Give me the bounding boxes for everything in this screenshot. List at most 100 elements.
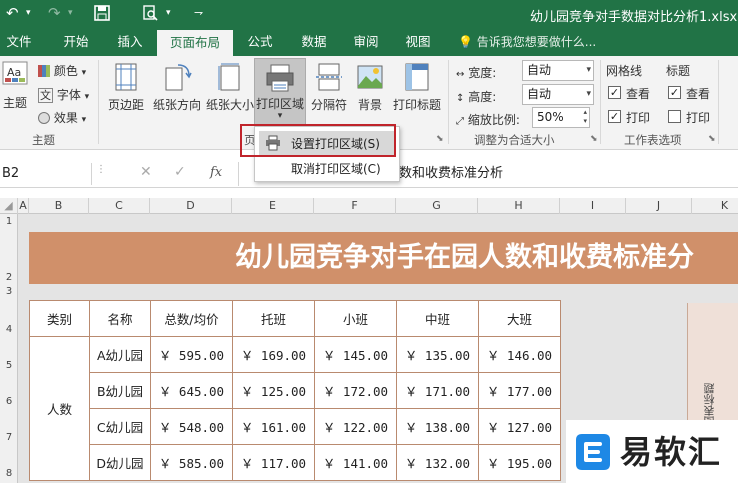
breaks-button[interactable]: 分隔符 [306,62,352,113]
table-cell[interactable]: ￥ 172.00 [314,372,397,409]
table-cell[interactable]: D幼儿园 [89,444,151,481]
size-button[interactable]: 纸张大小 [203,62,257,113]
table-cell[interactable]: ￥ 138.00 [396,408,479,445]
table-cell[interactable]: ￥ 595.00 [150,336,233,373]
headings-print-checkbox[interactable] [668,110,681,123]
row-header[interactable]: 1 [0,216,18,227]
preview-dropdown-icon[interactable]: ▾ [166,3,171,23]
table-header-cell[interactable]: 总数/均价 [150,300,233,337]
table-header-cell[interactable]: 托班 [232,300,315,337]
gridlines-view-checkbox[interactable]: ✓ [608,86,621,99]
row-header[interactable]: 5 [0,360,18,371]
effects-button[interactable]: 效果 ▾ [38,109,86,126]
name-box[interactable]: B2 [0,163,92,185]
scale-launcher-icon[interactable]: ⬊ [590,134,598,144]
margins-button[interactable]: 页边距 [104,62,148,113]
tell-me-box[interactable]: 💡 告诉我您想要做什么... [458,28,596,56]
column-header[interactable]: J [626,198,692,214]
insert-function-icon[interactable]: fx [210,165,222,180]
column-header[interactable]: F [314,198,396,214]
column-header[interactable]: B [29,198,89,214]
table-cell[interactable]: C幼儿园 [89,408,151,445]
table-cell[interactable]: ￥ 122.00 [314,408,397,445]
save-icon[interactable] [94,5,110,21]
tab-home[interactable]: 开始 [56,28,96,56]
confirm-formula-icon[interactable]: ✓ [174,164,186,180]
redo-icon[interactable]: ↷ [48,3,61,23]
table-cell[interactable]: ￥ 135.00 [396,336,479,373]
table-cell[interactable]: ￥ 585.00 [150,444,233,481]
table-cell[interactable]: ￥ 645.00 [150,372,233,409]
row-header[interactable]: 8 [0,468,18,479]
column-header[interactable]: I [560,198,626,214]
table-header-cell[interactable]: 小班 [314,300,397,337]
background-button[interactable]: 背景 [350,62,390,113]
fonts-button[interactable]: 文 字体 ▾ [38,86,89,103]
table-header-cell[interactable]: 大班 [478,300,561,337]
table-cell[interactable]: ￥ 145.00 [314,336,397,373]
column-header[interactable]: K [692,198,738,214]
tab-page-layout[interactable]: 页面布局 [157,30,233,56]
column-header[interactable]: C [89,198,150,214]
undo-dropdown-icon[interactable]: ▾ [26,3,31,23]
table-cell[interactable]: ￥ 146.00 [478,336,561,373]
tab-data[interactable]: 数据 [294,28,334,56]
print-titles-button[interactable]: 打印标题 [390,62,444,113]
table-header-cell[interactable]: 名称 [89,300,151,337]
column-header[interactable]: E [232,198,314,214]
table-cell[interactable]: ￥ 171.00 [396,372,479,409]
row-header[interactable]: 4 [0,324,18,335]
formula-bar-grip-icon: ⋮ [96,164,106,175]
print-preview-icon[interactable] [142,5,158,21]
table-cell[interactable]: ￥ 141.00 [314,444,397,481]
row-header[interactable]: 6 [0,396,18,407]
table-cell[interactable]: A幼儿园 [89,336,151,373]
table-header-cell[interactable]: 中班 [396,300,479,337]
column-header[interactable]: D [150,198,232,214]
column-header[interactable]: H [478,198,560,214]
table-cell[interactable]: ￥ 548.00 [150,408,233,445]
row-header[interactable]: 3 [0,286,18,297]
orientation-button[interactable]: 纸张方向 [150,62,204,113]
select-all-corner[interactable]: ◢ [0,198,18,214]
scale-spin-icon[interactable]: ▴ ▾ [583,108,587,126]
height-combo[interactable]: 自动 ▾ [522,84,594,105]
tab-insert[interactable]: 插入 [110,28,150,56]
sheet-options-launcher-icon[interactable]: ⬊ [708,134,716,144]
gridlines-print-checkbox[interactable]: ✓ [608,110,621,123]
column-header[interactable]: A [18,198,29,214]
scale-spinner[interactable]: 50% ▴ ▾ [532,107,590,128]
tab-file[interactable]: 文件 [0,28,38,56]
category-cell[interactable]: 人数 [29,336,90,481]
table-cell[interactable]: ￥ 125.00 [232,372,315,409]
table-cell[interactable]: ￥ 117.00 [232,444,315,481]
sheet-banner-title[interactable]: 幼儿园竞争对手在园人数和收费标准分 [29,232,738,284]
table-cell[interactable]: ￥ 177.00 [478,372,561,409]
table-cell[interactable]: ￥ 127.00 [478,408,561,445]
column-header[interactable]: G [396,198,478,214]
headings-view-checkbox[interactable]: ✓ [668,86,681,99]
colors-button[interactable]: 颜色 ▾ [38,62,86,79]
background-label: 背景 [357,98,382,112]
themes-button[interactable]: Aa 主题 [0,60,30,126]
print-area-button[interactable]: 打印区域 ▾ [254,58,306,126]
table-cell[interactable]: ￥ 195.00 [478,444,561,481]
table-cell[interactable]: ￥ 169.00 [232,336,315,373]
row-header[interactable]: 2 [0,272,18,283]
cancel-formula-icon[interactable]: ✕ [140,164,152,180]
customize-toolbar-icon[interactable]: ⇁ [194,3,203,23]
redo-dropdown-icon[interactable]: ▾ [68,3,73,23]
width-combo[interactable]: 自动 ▾ [522,60,594,81]
row-header[interactable]: 7 [0,432,18,443]
page-setup-launcher-icon[interactable]: ⬊ [436,134,444,144]
fonts-label: 字体 [56,88,81,102]
table-header-cell[interactable]: 类别 [29,300,90,337]
table-cell[interactable]: ￥ 132.00 [396,444,479,481]
table-cell[interactable]: ￥ 161.00 [232,408,315,445]
menu-item-clear-print-area[interactable]: 取消打印区域(C) [259,157,395,179]
table-cell[interactable]: B幼儿园 [89,372,151,409]
tab-formulas[interactable]: 公式 [240,28,280,56]
tab-review[interactable]: 审阅 [346,28,386,56]
undo-icon[interactable]: ↶ [6,3,19,23]
tab-view[interactable]: 视图 [398,28,438,56]
